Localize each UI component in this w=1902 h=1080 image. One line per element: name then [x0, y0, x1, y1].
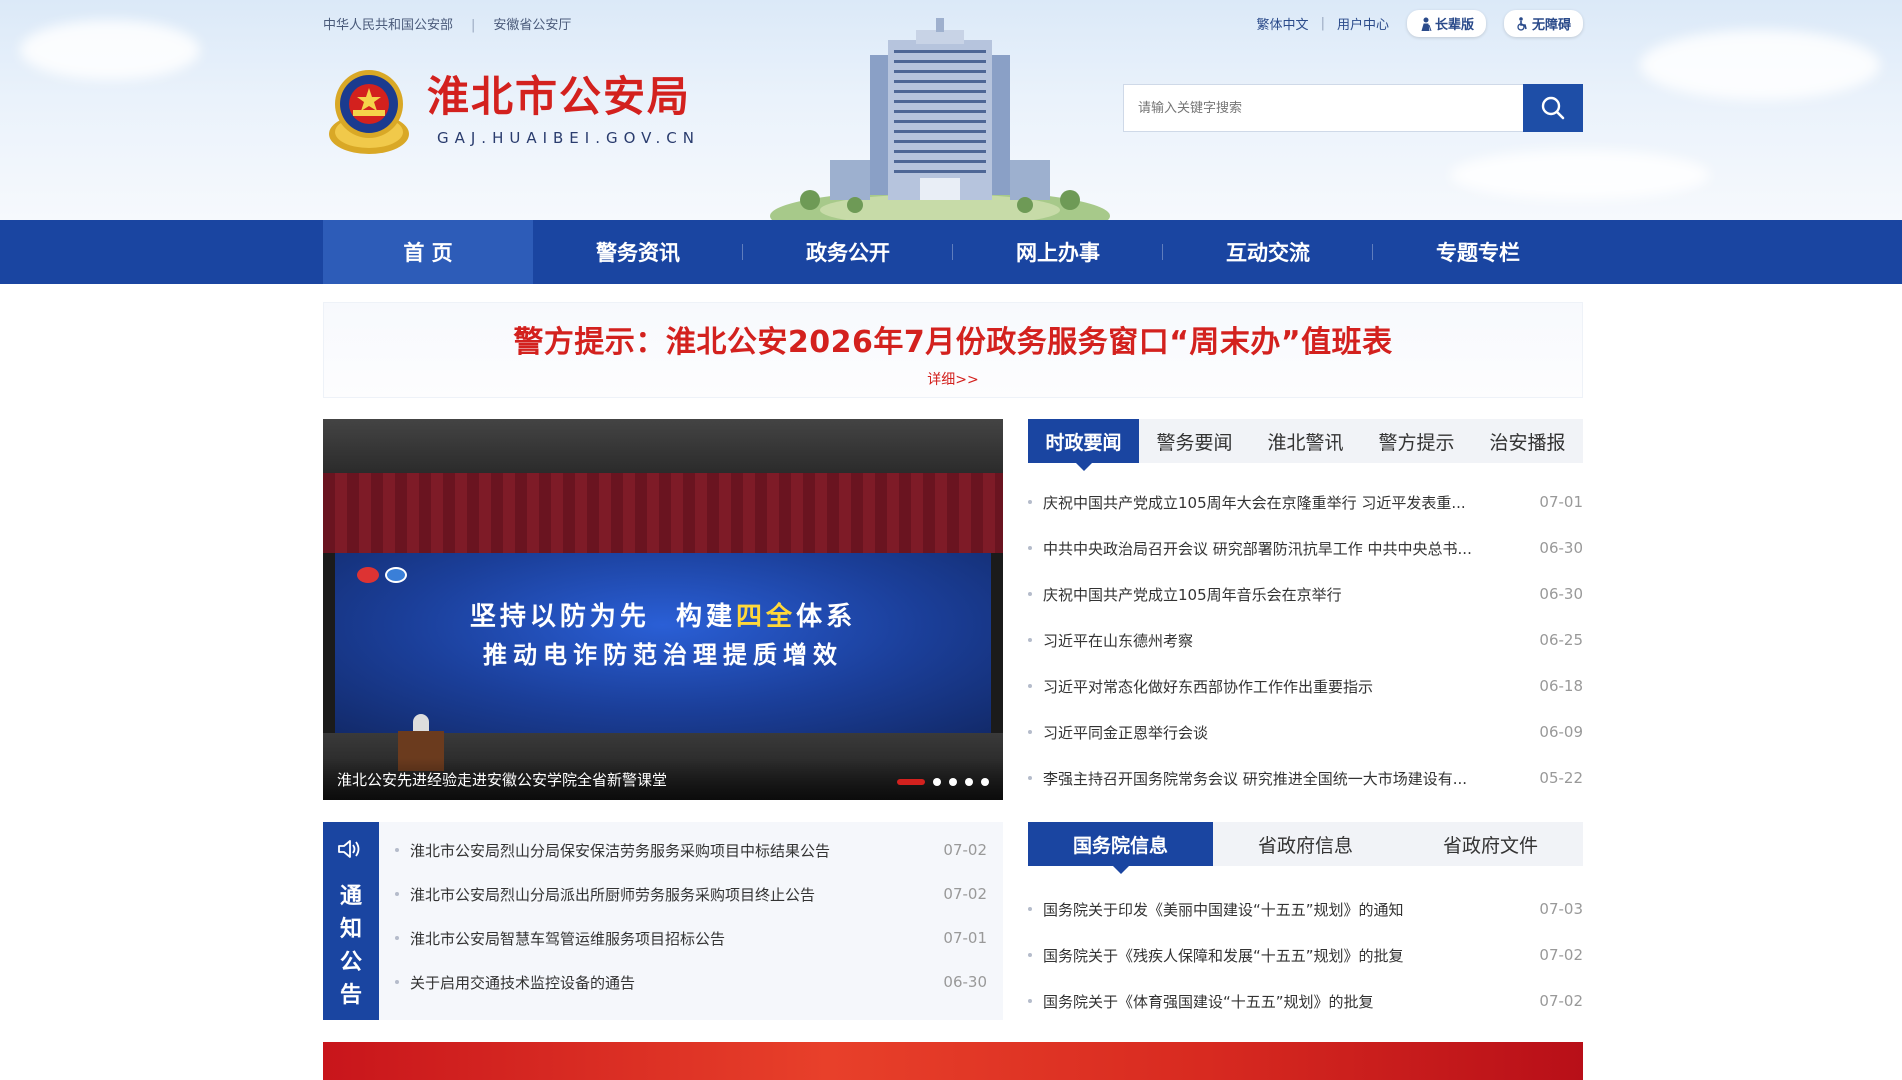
- nav-government-affairs[interactable]: 政务公开: [743, 220, 953, 284]
- tab-public-security[interactable]: 治安播报: [1472, 419, 1583, 463]
- nav-label: 专题专栏: [1436, 241, 1520, 265]
- cloud-decoration: [1640, 30, 1880, 100]
- site-logo[interactable]: 淮北市公安局 GAJ.HUAIBEI.GOV.CN: [323, 62, 700, 157]
- main-nav: 首 页 警务资讯 政务公开 网上办事 互动交流 专题专栏: [0, 220, 1902, 284]
- site-title-cn: 淮北市公安局: [427, 71, 692, 121]
- carousel-dot[interactable]: [897, 779, 925, 785]
- list-item[interactable]: 习近平同金正恩举行会谈 06-09: [1028, 709, 1583, 755]
- screen-slogan-line1: 坚持以防为先 构建四全体系: [469, 602, 857, 632]
- list-item[interactable]: 国务院关于《残疾人保障和发展“十五五”规划》的批复 07-02: [1028, 932, 1583, 978]
- nav-police-news[interactable]: 警务资讯: [533, 220, 743, 284]
- cloud-decoration: [1450, 150, 1710, 200]
- wheelchair-icon: [1517, 16, 1527, 31]
- nav-label: 互动交流: [1226, 241, 1310, 265]
- nav-interaction[interactable]: 互动交流: [1163, 220, 1373, 284]
- tab-provincial-gov[interactable]: 省政府信息: [1213, 822, 1398, 866]
- list-item[interactable]: 淮北市公安局烈山分局保安保洁劳务服务采购项目中标结果公告 07-02: [395, 828, 987, 872]
- list-item[interactable]: 习近平对常态化做好东西部协作工作作出重要指示 06-18: [1028, 663, 1583, 709]
- headquarters-building-image: [770, 18, 1110, 220]
- nav-home[interactable]: 首 页: [323, 220, 533, 284]
- carousel-dot[interactable]: [949, 778, 957, 786]
- headline-alert: 警方提示：淮北公安2026年7月份政务服务窗口“周末办”值班表 详细>>: [323, 302, 1583, 398]
- photo-carousel[interactable]: 坚持以防为先 构建四全体系 推动电诈防范治理提质增效 淮北公安先进经验走进安徽公…: [323, 419, 1003, 800]
- cloud-decoration: [20, 20, 200, 80]
- list-item[interactable]: 庆祝中国共产党成立105周年音乐会在京举行 06-30: [1028, 571, 1583, 617]
- police-emblem-icon: [329, 70, 409, 154]
- list-item[interactable]: 国务院关于印发《美丽中国建设“十五五”规划》的通知 07-03: [1028, 886, 1583, 932]
- separator: |: [471, 18, 476, 33]
- elder-icon: [1421, 17, 1432, 31]
- list-item[interactable]: 庆祝中国共产党成立105周年大会在京隆重举行 习近平发表重... 07-01: [1028, 479, 1583, 525]
- utility-links: 繁体中文 | 用户中心 长辈版 无障碍: [1245, 10, 1583, 37]
- tab-current-affairs[interactable]: 时政要闻: [1028, 419, 1139, 471]
- list-item[interactable]: 关于启用交通技术监控设备的通告 06-30: [395, 960, 987, 1004]
- promo-banner[interactable]: [323, 1042, 1583, 1080]
- carousel-dot[interactable]: [965, 778, 973, 786]
- notice-heading: 通知公告: [339, 884, 362, 1008]
- notice-panel: 通知公告 淮北市公安局烈山分局保安保洁劳务服务采购项目中标结果公告 07-02 淮…: [323, 822, 1003, 1020]
- list-item[interactable]: 中共中央政治局召开会议 研究部署防汛抗旱工作 中共中央总书... 06-30: [1028, 525, 1583, 571]
- nav-label: 警务资讯: [596, 241, 680, 265]
- nav-label: 政务公开: [806, 241, 890, 265]
- elder-mode-button[interactable]: 长辈版: [1406, 10, 1486, 37]
- separator: |: [1320, 16, 1325, 31]
- gov-info-tabs: 国务院信息 省政府信息 省政府文件: [1028, 822, 1583, 874]
- carousel-caption[interactable]: 淮北公安先进经验走进安徽公安学院全省新警课堂: [337, 769, 667, 790]
- search-icon: [1541, 96, 1565, 120]
- list-item[interactable]: 淮北市公安局智慧车驾管运维服务项目招标公告 07-01: [395, 916, 987, 960]
- site-header: 中华人民共和国公安部 | 安徽省公安厅 繁体中文 | 用户中心 长辈版 无障碍 淮北…: [0, 0, 1902, 220]
- search-button[interactable]: [1523, 84, 1583, 132]
- nav-label: 网上办事: [1016, 241, 1100, 265]
- nav-special-topics[interactable]: 专题专栏: [1373, 220, 1583, 284]
- site-search: [1123, 84, 1583, 132]
- notice-sidebar: 通知公告: [323, 822, 379, 1020]
- link-mps[interactable]: 中华人民共和国公安部: [323, 18, 453, 33]
- carousel-dot[interactable]: [933, 778, 941, 786]
- alert-detail-link[interactable]: 详细>>: [324, 369, 1582, 389]
- search-input[interactable]: [1123, 84, 1523, 132]
- news-list: 庆祝中国共产党成立105周年大会在京隆重举行 习近平发表重... 07-01 中共…: [1028, 479, 1583, 801]
- traditional-chinese-link[interactable]: 繁体中文: [1257, 14, 1309, 33]
- tab-huaibei-police[interactable]: 淮北警讯: [1250, 419, 1361, 463]
- list-item[interactable]: 习近平在山东德州考察 06-25: [1028, 617, 1583, 663]
- speaker-icon: [338, 840, 360, 858]
- elder-mode-label: 长辈版: [1434, 18, 1474, 33]
- accessibility-label: 无障碍: [1531, 18, 1571, 33]
- tab-police-tips[interactable]: 警方提示: [1361, 419, 1472, 463]
- top-links: 中华人民共和国公安部 | 安徽省公安厅: [323, 14, 589, 33]
- nav-online-services[interactable]: 网上办事: [953, 220, 1163, 284]
- carousel-dot[interactable]: [981, 778, 989, 786]
- notice-list: 淮北市公安局烈山分局保安保洁劳务服务采购项目中标结果公告 07-02 淮北市公安局…: [395, 828, 987, 1004]
- screen-slogan-line2: 推动电诈防范治理提质增效: [483, 640, 843, 669]
- carousel-pagination: [897, 778, 989, 786]
- list-item[interactable]: 国务院关于《体育强国建设“十五五”规划》的批复 07-02: [1028, 978, 1583, 1024]
- carousel-image-ceiling: [323, 419, 1003, 473]
- accessibility-button[interactable]: 无障碍: [1503, 10, 1583, 37]
- tab-provincial-docs[interactable]: 省政府文件: [1398, 822, 1583, 866]
- carousel-image-screen: 坚持以防为先 构建四全体系 推动电诈防范治理提质增效: [335, 553, 991, 733]
- screen-badge-icon: [357, 567, 379, 583]
- site-domain: GAJ.HUAIBEI.GOV.CN: [437, 128, 700, 147]
- screen-badge-icon: [385, 567, 407, 583]
- gov-news-list: 国务院关于印发《美丽中国建设“十五五”规划》的通知 07-03 国务院关于《残疾人…: [1028, 886, 1583, 1024]
- nav-label: 首 页: [403, 241, 453, 265]
- alert-title-link[interactable]: 警方提示：淮北公安2026年7月份政务服务窗口“周末办”值班表: [324, 317, 1582, 361]
- news-tabs: 时政要闻 警务要闻 淮北警讯 警方提示 治安播报: [1028, 419, 1583, 471]
- user-center-link[interactable]: 用户中心: [1337, 14, 1389, 33]
- carousel-image-curtain: [323, 473, 1003, 553]
- tab-state-council[interactable]: 国务院信息: [1028, 822, 1213, 874]
- link-ahga[interactable]: 安徽省公安厅: [493, 18, 571, 33]
- list-item[interactable]: 李强主持召开国务院常务会议 研究推进全国统一大市场建设有... 05-22: [1028, 755, 1583, 801]
- tab-police-news[interactable]: 警务要闻: [1139, 419, 1250, 463]
- list-item[interactable]: 淮北市公安局烈山分局派出所厨师劳务服务采购项目终止公告 07-02: [395, 872, 987, 916]
